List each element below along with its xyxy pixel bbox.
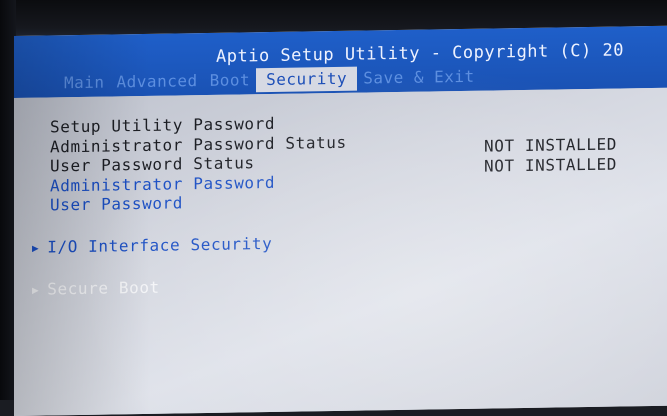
admin-password-item[interactable]: Administrator Password: [50, 173, 275, 196]
admin-password-status-value: NOT INSTALLED: [484, 134, 618, 156]
user-password-status-label: User Password Status: [50, 153, 255, 176]
title-bar: Aptio Setup Utility - Copyright (C) 20 M…: [14, 25, 667, 99]
user-password-status-value: NOT INSTALLED: [484, 154, 618, 176]
io-interface-security-item[interactable]: ▶ I/O Interface Security: [32, 234, 272, 257]
secure-boot-label: Secure Boot: [47, 277, 160, 299]
user-password-item[interactable]: User Password: [50, 193, 183, 214]
tab-boot[interactable]: Boot: [204, 68, 257, 93]
submenu-arrow-icon: ▶: [32, 241, 40, 255]
bios-screen: Aptio Setup Utility - Copyright (C) 20 M…: [14, 25, 667, 416]
tab-save-exit[interactable]: Save & Exit: [357, 65, 480, 91]
tab-security[interactable]: Security: [256, 66, 358, 93]
admin-password-status-label: Administrator Password Status: [50, 132, 347, 157]
io-interface-security-label: I/O Interface Security: [47, 233, 273, 257]
submenu-arrow-icon: ▶: [32, 283, 40, 297]
secure-boot-item[interactable]: ▶ Secure Boot: [32, 278, 160, 299]
tab-main[interactable]: Main: [58, 70, 111, 95]
app-title: Aptio Setup Utility - Copyright (C) 20: [216, 40, 624, 67]
security-panel: Setup Utility Password Administrator Pas…: [14, 87, 667, 416]
tab-advanced[interactable]: Advanced: [111, 69, 204, 94]
setup-utility-password-label: Setup Utility Password: [50, 113, 276, 137]
